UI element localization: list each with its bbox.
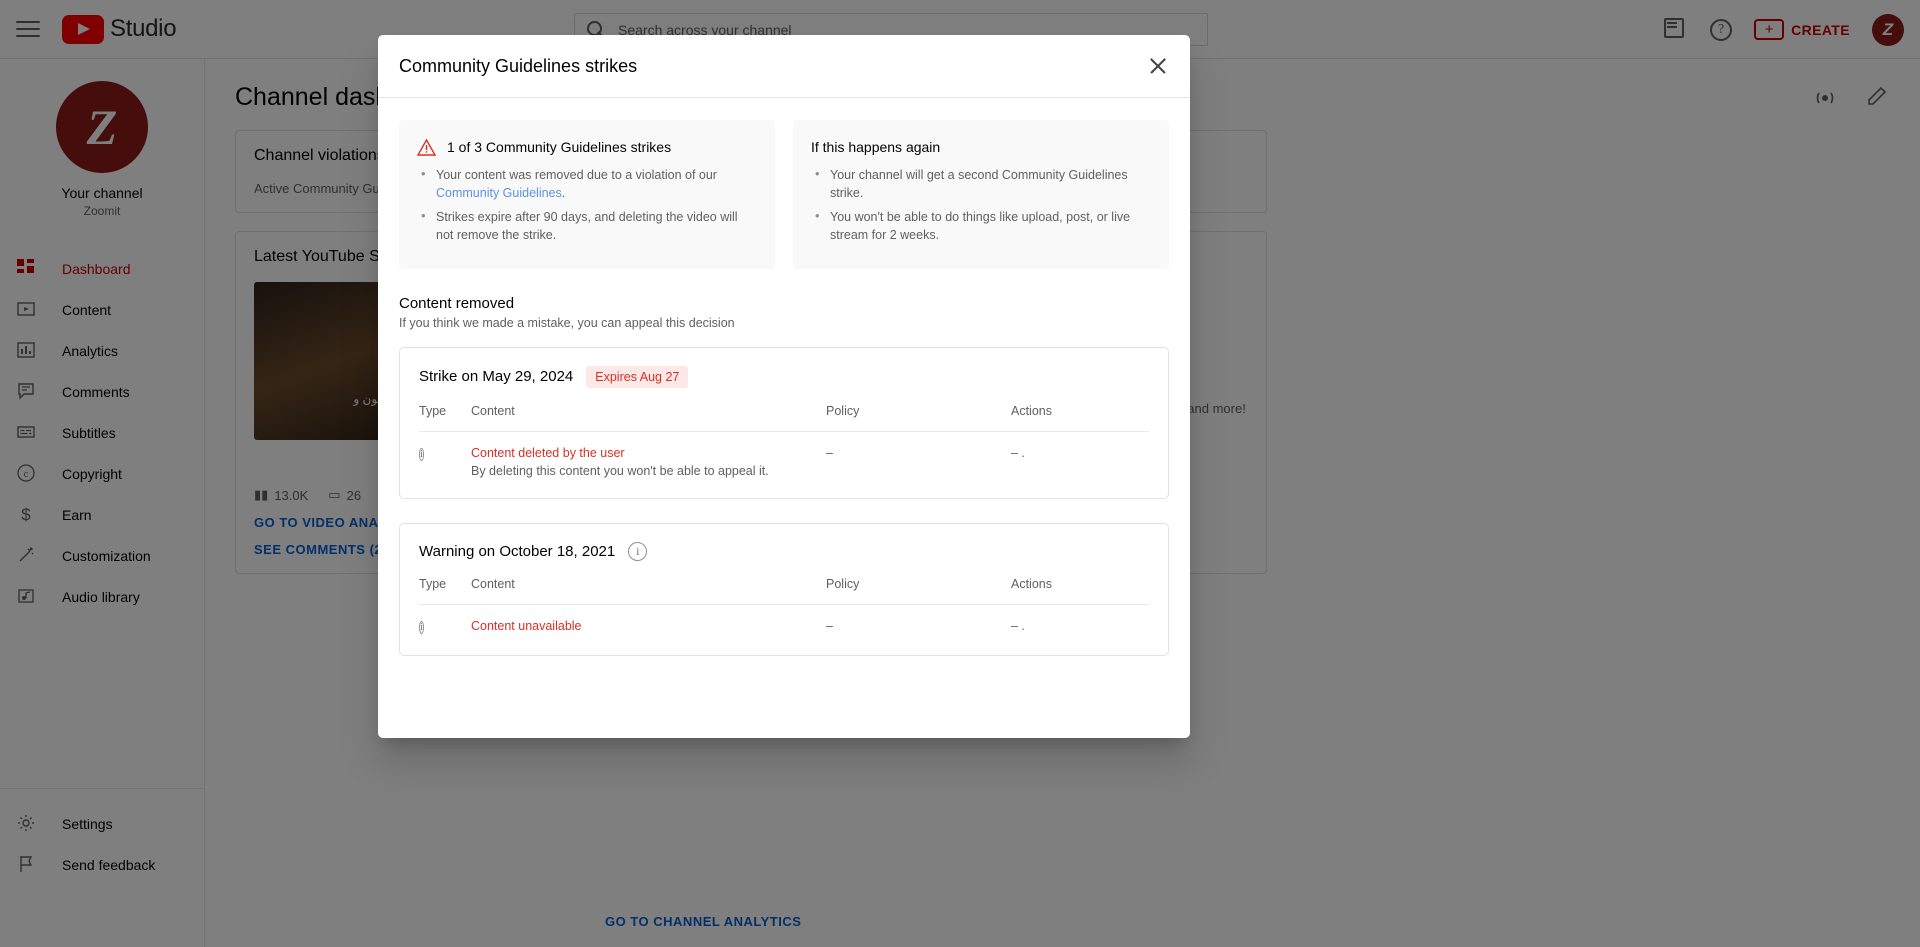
panel-heading: If this happens again bbox=[811, 139, 941, 155]
list-item: Your channel will get a second Community… bbox=[811, 165, 1151, 202]
content-removed-title: Content removed bbox=[399, 294, 515, 312]
cell-actions: – . bbox=[1011, 618, 1025, 633]
panel-heading-row: If this happens again bbox=[811, 137, 1151, 157]
table-row: i Content unavailable – – . bbox=[419, 604, 1149, 641]
column-header-content: Content bbox=[471, 576, 826, 605]
dialog-body: 1 of 3 Community Guidelines strikes Your… bbox=[378, 98, 1190, 738]
warning-triangle-icon bbox=[416, 138, 437, 157]
panel-bullet-list: Your content was removed due to a violat… bbox=[417, 165, 757, 245]
cell-content: Content unavailable bbox=[471, 604, 826, 641]
column-header-policy: Policy bbox=[826, 403, 1011, 432]
strike-card: Warning on October 18, 2021 i Type Conte… bbox=[399, 522, 1169, 656]
content-status: Content unavailable bbox=[471, 618, 582, 633]
dialog-title: Community Guidelines strikes bbox=[399, 55, 638, 76]
column-header-content: Content bbox=[471, 403, 826, 432]
bullet-text-pre: Your content was removed due to a violat… bbox=[436, 168, 717, 182]
list-item: Strikes expire after 90 days, and deleti… bbox=[417, 207, 757, 244]
list-item: Your content was removed due to a violat… bbox=[417, 165, 757, 202]
info-circle-icon[interactable]: i bbox=[419, 447, 424, 461]
panel-heading: 1 of 3 Community Guidelines strikes bbox=[447, 139, 672, 155]
list-item: You won't be able to do things like uplo… bbox=[811, 207, 1151, 244]
cell-policy: – bbox=[826, 445, 833, 460]
column-header-type: Type bbox=[419, 403, 471, 432]
bullet-text-pre: Strikes expire after 90 days, and deleti… bbox=[436, 210, 738, 243]
info-circle-icon[interactable]: i bbox=[628, 541, 648, 561]
dialog-header: Community Guidelines strikes bbox=[378, 35, 1190, 98]
community-guidelines-link[interactable]: Community Guidelines bbox=[436, 186, 562, 200]
cell-type: i bbox=[419, 431, 471, 484]
cell-type: i bbox=[419, 604, 471, 641]
panel-bullet-list: Your channel will get a second Community… bbox=[811, 165, 1151, 245]
close-icon[interactable] bbox=[1146, 54, 1170, 78]
column-header-policy: Policy bbox=[826, 576, 1011, 605]
table-row: i Content deleted by the user By deletin… bbox=[419, 431, 1149, 484]
strike-summary-panel: 1 of 3 Community Guidelines strikes Your… bbox=[399, 120, 775, 269]
strike-table: Type Content Policy Actions i Con bbox=[419, 576, 1149, 641]
table-header-row: Type Content Policy Actions bbox=[419, 576, 1149, 605]
status-badge: Expires Aug 27 bbox=[586, 365, 689, 388]
community-guidelines-strikes-dialog: Community Guidelines strikes 1 of 3 Comm… bbox=[378, 35, 1190, 738]
cell-content: Content deleted by the user By deleting … bbox=[471, 431, 826, 484]
strike-card: Strike on May 29, 2024 Expires Aug 27 Ty… bbox=[399, 346, 1169, 499]
cell-policy: – bbox=[826, 618, 833, 633]
bullet-text-post: . bbox=[561, 186, 566, 201]
strike-card-title: Warning on October 18, 2021 bbox=[419, 542, 616, 560]
strike-table: Type Content Policy Actions i Con bbox=[419, 403, 1149, 484]
strike-card-title: Strike on May 29, 2024 bbox=[419, 368, 574, 385]
column-header-type: Type bbox=[419, 576, 471, 605]
content-removed-subtitle: If you think we made a mistake, you can … bbox=[399, 315, 735, 330]
strike-card-header: Warning on October 18, 2021 i bbox=[419, 541, 1149, 561]
table-header-row: Type Content Policy Actions bbox=[419, 403, 1149, 432]
cell-actions: – . bbox=[1011, 445, 1025, 460]
youtube-studio-window: Studio Search across your channel ? + CR… bbox=[0, 0, 1920, 947]
panel-heading-row: 1 of 3 Community Guidelines strikes bbox=[416, 137, 757, 157]
column-header-actions: Actions bbox=[1011, 403, 1149, 432]
content-status: Content deleted by the user bbox=[471, 445, 625, 460]
info-circle-icon[interactable]: i bbox=[419, 620, 424, 634]
column-header-actions: Actions bbox=[1011, 576, 1149, 605]
content-note: By deleting this content you won't be ab… bbox=[471, 463, 769, 478]
info-panels-row: 1 of 3 Community Guidelines strikes Your… bbox=[399, 120, 1169, 269]
if-this-happens-again-panel: If this happens again Your channel will … bbox=[793, 120, 1169, 269]
strike-card-header: Strike on May 29, 2024 Expires Aug 27 bbox=[419, 365, 1149, 388]
